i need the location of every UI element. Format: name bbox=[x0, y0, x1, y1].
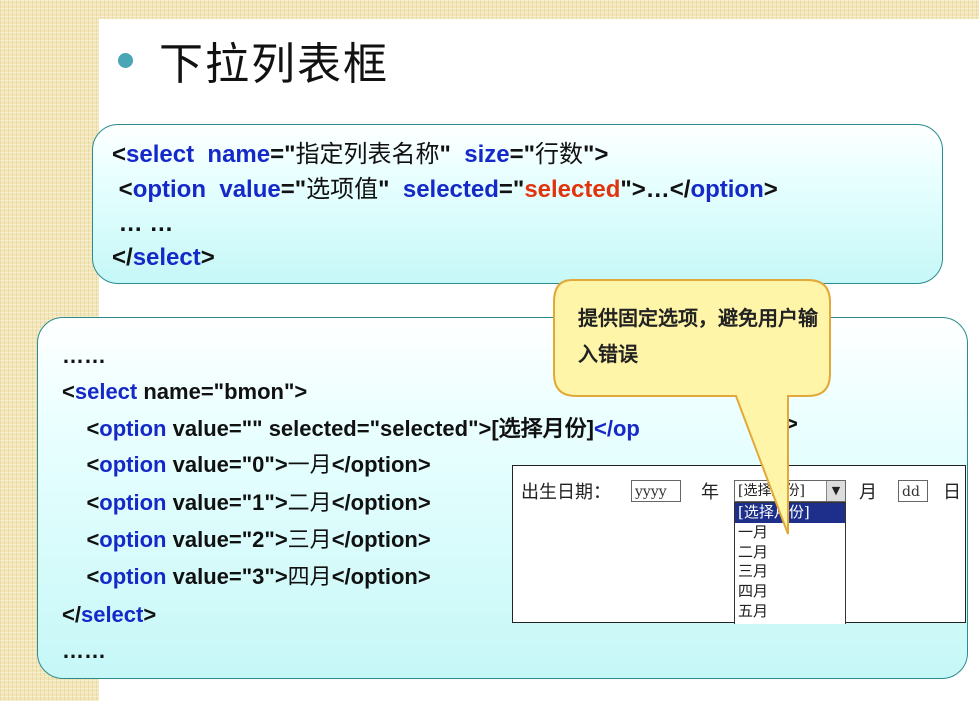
code-text: "> bbox=[583, 141, 609, 168]
syntax-line-2: <option value="选项值" selected="selected">… bbox=[112, 172, 778, 207]
example-line-9: …… bbox=[62, 638, 106, 664]
month-option[interactable]: 四月 bbox=[735, 582, 845, 602]
code-text: > bbox=[763, 176, 778, 203]
code-keyword: option bbox=[99, 564, 167, 590]
code-text: name="bmon"> bbox=[137, 379, 308, 405]
day-label: 日 bbox=[943, 482, 961, 503]
code-text: ">…</ bbox=[620, 176, 691, 203]
code-text: </ bbox=[112, 244, 133, 271]
code-keyword: name bbox=[207, 141, 271, 168]
code-text: </option> bbox=[331, 527, 431, 553]
callout-text: 提供固定选项，避免用户输入错误 bbox=[578, 306, 818, 366]
code-text: =" bbox=[280, 176, 307, 203]
month-label: 月 bbox=[859, 482, 877, 503]
code-text: < bbox=[112, 141, 127, 168]
code-keyword: select bbox=[80, 601, 144, 627]
code-keyword: option bbox=[99, 452, 167, 478]
code-text: > bbox=[200, 244, 215, 271]
code-text-cn: 选项值 bbox=[306, 175, 379, 203]
code-text-cn: 行数 bbox=[535, 140, 584, 168]
syntax-line-1: <select name="指定列表名称" size="行数"> bbox=[112, 137, 778, 172]
code-text-cn: 二月 bbox=[287, 490, 332, 516]
code-text: < bbox=[62, 564, 100, 590]
month-option[interactable]: 三月 bbox=[735, 562, 845, 582]
bullet-icon bbox=[118, 52, 133, 68]
code-text: value="" selected="selected"> bbox=[166, 415, 492, 441]
code-text: > bbox=[143, 601, 157, 627]
code-text: =" bbox=[270, 141, 296, 168]
code-text-cn: 指定列表名称 bbox=[295, 140, 440, 168]
code-keyword: size bbox=[464, 141, 510, 168]
code-text: < bbox=[62, 415, 100, 441]
title-row: 下拉列表框 bbox=[118, 30, 389, 90]
code-text: =" bbox=[509, 141, 536, 168]
code-text: < bbox=[62, 452, 100, 478]
code-keyword: option bbox=[132, 176, 206, 203]
month-option[interactable]: 五月 bbox=[735, 602, 845, 622]
code-text: </option> bbox=[331, 489, 431, 515]
syntax-code: <select name="指定列表名称" size="行数"> <option… bbox=[112, 137, 778, 275]
code-highlight: selected bbox=[524, 176, 621, 203]
code-text: value="3"> bbox=[166, 564, 288, 590]
code-keyword: option bbox=[99, 489, 167, 515]
code-text: </option> bbox=[331, 564, 431, 590]
code-text: value="2"> bbox=[166, 527, 288, 553]
code-text: < bbox=[62, 379, 75, 405]
code-text: value="0"> bbox=[166, 452, 288, 478]
syntax-line-4: </select> bbox=[112, 241, 778, 275]
code-text: < bbox=[62, 489, 100, 515]
code-text-cn: 一月 bbox=[287, 453, 332, 479]
syntax-line-3: … … bbox=[112, 210, 174, 237]
code-keyword: option bbox=[690, 176, 764, 203]
slide-title: 下拉列表框 bbox=[159, 39, 389, 90]
code-text-cn: 三月 bbox=[287, 528, 332, 554]
code-keyword: select bbox=[132, 244, 201, 271]
day-input[interactable]: dd bbox=[898, 480, 928, 502]
code-text: " bbox=[378, 176, 403, 203]
code-keyword: option bbox=[99, 527, 167, 553]
code-text: </option> bbox=[331, 452, 431, 478]
code-text: </ bbox=[62, 601, 81, 627]
code-text: value="1"> bbox=[166, 489, 288, 515]
code-text: < bbox=[62, 527, 100, 553]
code-keyword: select bbox=[74, 379, 138, 405]
code-keyword: option bbox=[99, 415, 167, 441]
code-keyword: selected bbox=[402, 176, 499, 203]
code-text: < bbox=[112, 176, 133, 203]
code-keyword: select bbox=[126, 141, 195, 168]
code-text: " bbox=[439, 141, 465, 168]
code-text: =" bbox=[498, 176, 525, 203]
code-text-cn: 四月 bbox=[287, 565, 332, 591]
code-keyword: value bbox=[219, 176, 281, 203]
